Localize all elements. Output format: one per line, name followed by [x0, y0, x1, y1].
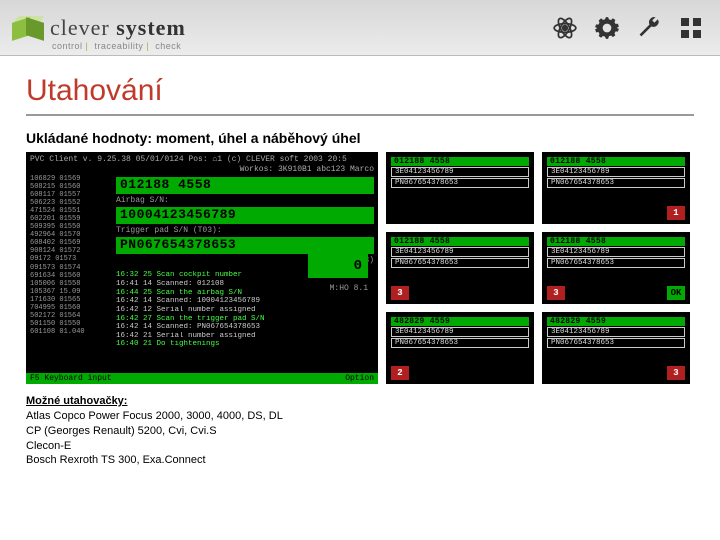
terminal-leftcol-row: 501150 01550	[30, 320, 110, 328]
tighteners-lines: Atlas Copco Power Focus 2000, 3000, 4000…	[26, 409, 694, 468]
thumbnail: 482829 45593E04123456789PN067654378653 2	[386, 312, 534, 384]
terminal-log-line: 16:42 27 Scan the trigger pad S/N	[116, 315, 374, 324]
thumb-white-bar: PN067654378653	[547, 258, 685, 268]
terminal-footer-right: Option	[345, 374, 374, 383]
header-icon-row	[548, 11, 708, 45]
terminal-leftcol-row: 608117 01557	[30, 191, 110, 199]
thumb-white-bar: PN067654378653	[547, 338, 685, 348]
logo-cube-icon	[12, 14, 40, 42]
thumb-badge: 3	[667, 366, 685, 380]
thumbnail: 012188 45583E04123456789PN067654378653 1	[542, 152, 690, 224]
thumb-white-bar: 3E04123456789	[391, 167, 529, 177]
tighteners-block: Možné utahovačky: Atlas Copco Power Focu…	[26, 394, 694, 468]
brand-word-1: clever	[50, 15, 110, 40]
terminal-log-line: 16:42 14 Scanned: PN067654378653	[116, 323, 374, 332]
terminal-leftcol-row: 908124 01572	[30, 247, 110, 255]
thumb-badge: 2	[391, 366, 409, 380]
thumb-green-bar: 012188 4558	[391, 157, 529, 166]
thumb-white-bar: 3E04123456789	[391, 327, 529, 337]
tighteners-line: Clecon-E	[26, 439, 694, 454]
terminal-counter: 0	[308, 254, 368, 278]
thumb-green-bar: 012188 4558	[547, 157, 685, 166]
slide-title: Utahování	[26, 74, 694, 116]
app-header: clever system control| traceability| che…	[0, 0, 720, 56]
terminal-leftcol-row: 09172 01573	[30, 255, 110, 263]
terminal-left-column: 106829 01569508215 01560608117 015575062…	[30, 175, 110, 349]
label-triggerpad: Trigger pad S/N (T03):	[116, 226, 374, 235]
thumb-white-bar: 3E04123456789	[547, 327, 685, 337]
terminal-log-line: 16:42 21 Serial number assigned	[116, 332, 374, 341]
screenshots-row: PVC Client v. 9.25.38 05/01/0124 Pos: ⌂1…	[26, 152, 694, 384]
terminal-leftcol-row: 691634 01560	[30, 272, 110, 280]
m-line: M:HO 8.1	[330, 284, 368, 293]
thumb-white-bar: PN067654378653	[391, 338, 529, 348]
terminal-log-line: 16:40 21 Do tightenings	[116, 340, 374, 349]
tighteners-heading: Možné utahovačky:	[26, 394, 694, 409]
green-field-airbag: 10004123456789	[116, 207, 374, 224]
thumb-white-bar: PN067654378653	[391, 258, 529, 268]
tighteners-line: Atlas Copco Power Focus 2000, 3000, 4000…	[26, 409, 694, 424]
brand-name: clever system	[50, 15, 186, 41]
slide-content: Utahování Ukládané hodnoty: moment, úhel…	[0, 56, 720, 478]
thumbnail: 012188 45583E04123456789PN067654378653 3 O…	[542, 232, 690, 304]
brand-tagline: control| traceability| check	[52, 41, 181, 51]
slide-subtitle: Ukládané hodnoty: moment, úhel a náběhov…	[26, 130, 694, 146]
terminal-log-line: 16:42 12 Serial number assigned	[116, 306, 374, 315]
thumb-badge: 1	[667, 206, 685, 220]
green-field-cockpit: 012188 4558	[116, 177, 374, 194]
brand-word-2: system	[116, 15, 186, 40]
terminal-leftcol-row: 105367 15.09	[30, 288, 110, 296]
gear-icon[interactable]	[590, 11, 624, 45]
thumbnail: 012188 45583E04123456789PN067654378653 3	[386, 232, 534, 304]
thumb-badge: OK	[667, 286, 685, 300]
terminal-leftcol-row: 471524 01551	[30, 207, 110, 215]
terminal-leftcol-row: 171630 01565	[30, 296, 110, 304]
thumb-green-bar: 482829 4559	[391, 317, 529, 326]
terminal-leftcol-row: 106829 01569	[30, 175, 110, 183]
thumbnail: 012188 45583E04123456789PN067654378653	[386, 152, 534, 224]
thumb-badge: 3	[547, 286, 565, 300]
terminal-footer: F5 Keyboard input Option	[26, 373, 378, 384]
terminal-leftcol-row: 506223 01552	[30, 199, 110, 207]
thumb-white-bar: PN067654378653	[391, 178, 529, 188]
terminal-leftcol-row: 704995 01560	[30, 304, 110, 312]
label-airbag: Airbag S/N:	[116, 196, 374, 205]
tighteners-line: CP (Georges Renault) 5200, Cvi, Cvi.S	[26, 424, 694, 439]
thumb-white-bar: 3E04123456789	[391, 247, 529, 257]
main-terminal-screenshot: PVC Client v. 9.25.38 05/01/0124 Pos: ⌂1…	[26, 152, 378, 384]
terminal-leftcol-row: 608402 01569	[30, 239, 110, 247]
terminal-leftcol-row: 508215 01560	[30, 183, 110, 191]
green-field-triggerpad: PN067654378653	[116, 237, 374, 254]
thumbnail-grid: 012188 45583E04123456789PN06765437865301…	[386, 152, 690, 384]
thumbnail: 482829 45593E04123456789PN067654378653 3	[542, 312, 690, 384]
grid-icon[interactable]	[674, 11, 708, 45]
terminal-leftcol-row: 492964 01570	[30, 231, 110, 239]
terminal-subbar: Workos: 3K910B1 abc123 Marco	[30, 165, 374, 175]
thumb-green-bar: 482829 4559	[547, 317, 685, 326]
thumb-green-bar: 012188 4558	[547, 237, 685, 246]
thumb-badge: 3	[391, 286, 409, 300]
terminal-leftcol-row: 602201 01559	[30, 215, 110, 223]
terminal-leftcol-row: 601108 01.040	[30, 328, 110, 336]
terminal-leftcol-row: 502172 01564	[30, 312, 110, 320]
terminal-footer-left: F5 Keyboard input	[30, 374, 112, 383]
terminal-log-line: 16:42 14 Scanned: 10004123456789	[116, 297, 374, 306]
thumb-white-bar: 3E04123456789	[547, 247, 685, 257]
thumb-white-bar: 3E04123456789	[547, 167, 685, 177]
terminal-titlebar: PVC Client v. 9.25.38 05/01/0124 Pos: ⌂1…	[30, 155, 374, 165]
tighteners-line: Bosch Rexroth TS 300, Exa.Connect	[26, 453, 694, 468]
thumb-green-bar: 012188 4558	[391, 237, 529, 246]
terminal-leftcol-row: 105006 01558	[30, 280, 110, 288]
thumb-white-bar: PN067654378653	[547, 178, 685, 188]
terminal-leftcol-row: 509395 01550	[30, 223, 110, 231]
terminal-leftcol-row: 091573 01574	[30, 264, 110, 272]
atom-icon[interactable]	[548, 11, 582, 45]
wrench-icon[interactable]	[632, 11, 666, 45]
